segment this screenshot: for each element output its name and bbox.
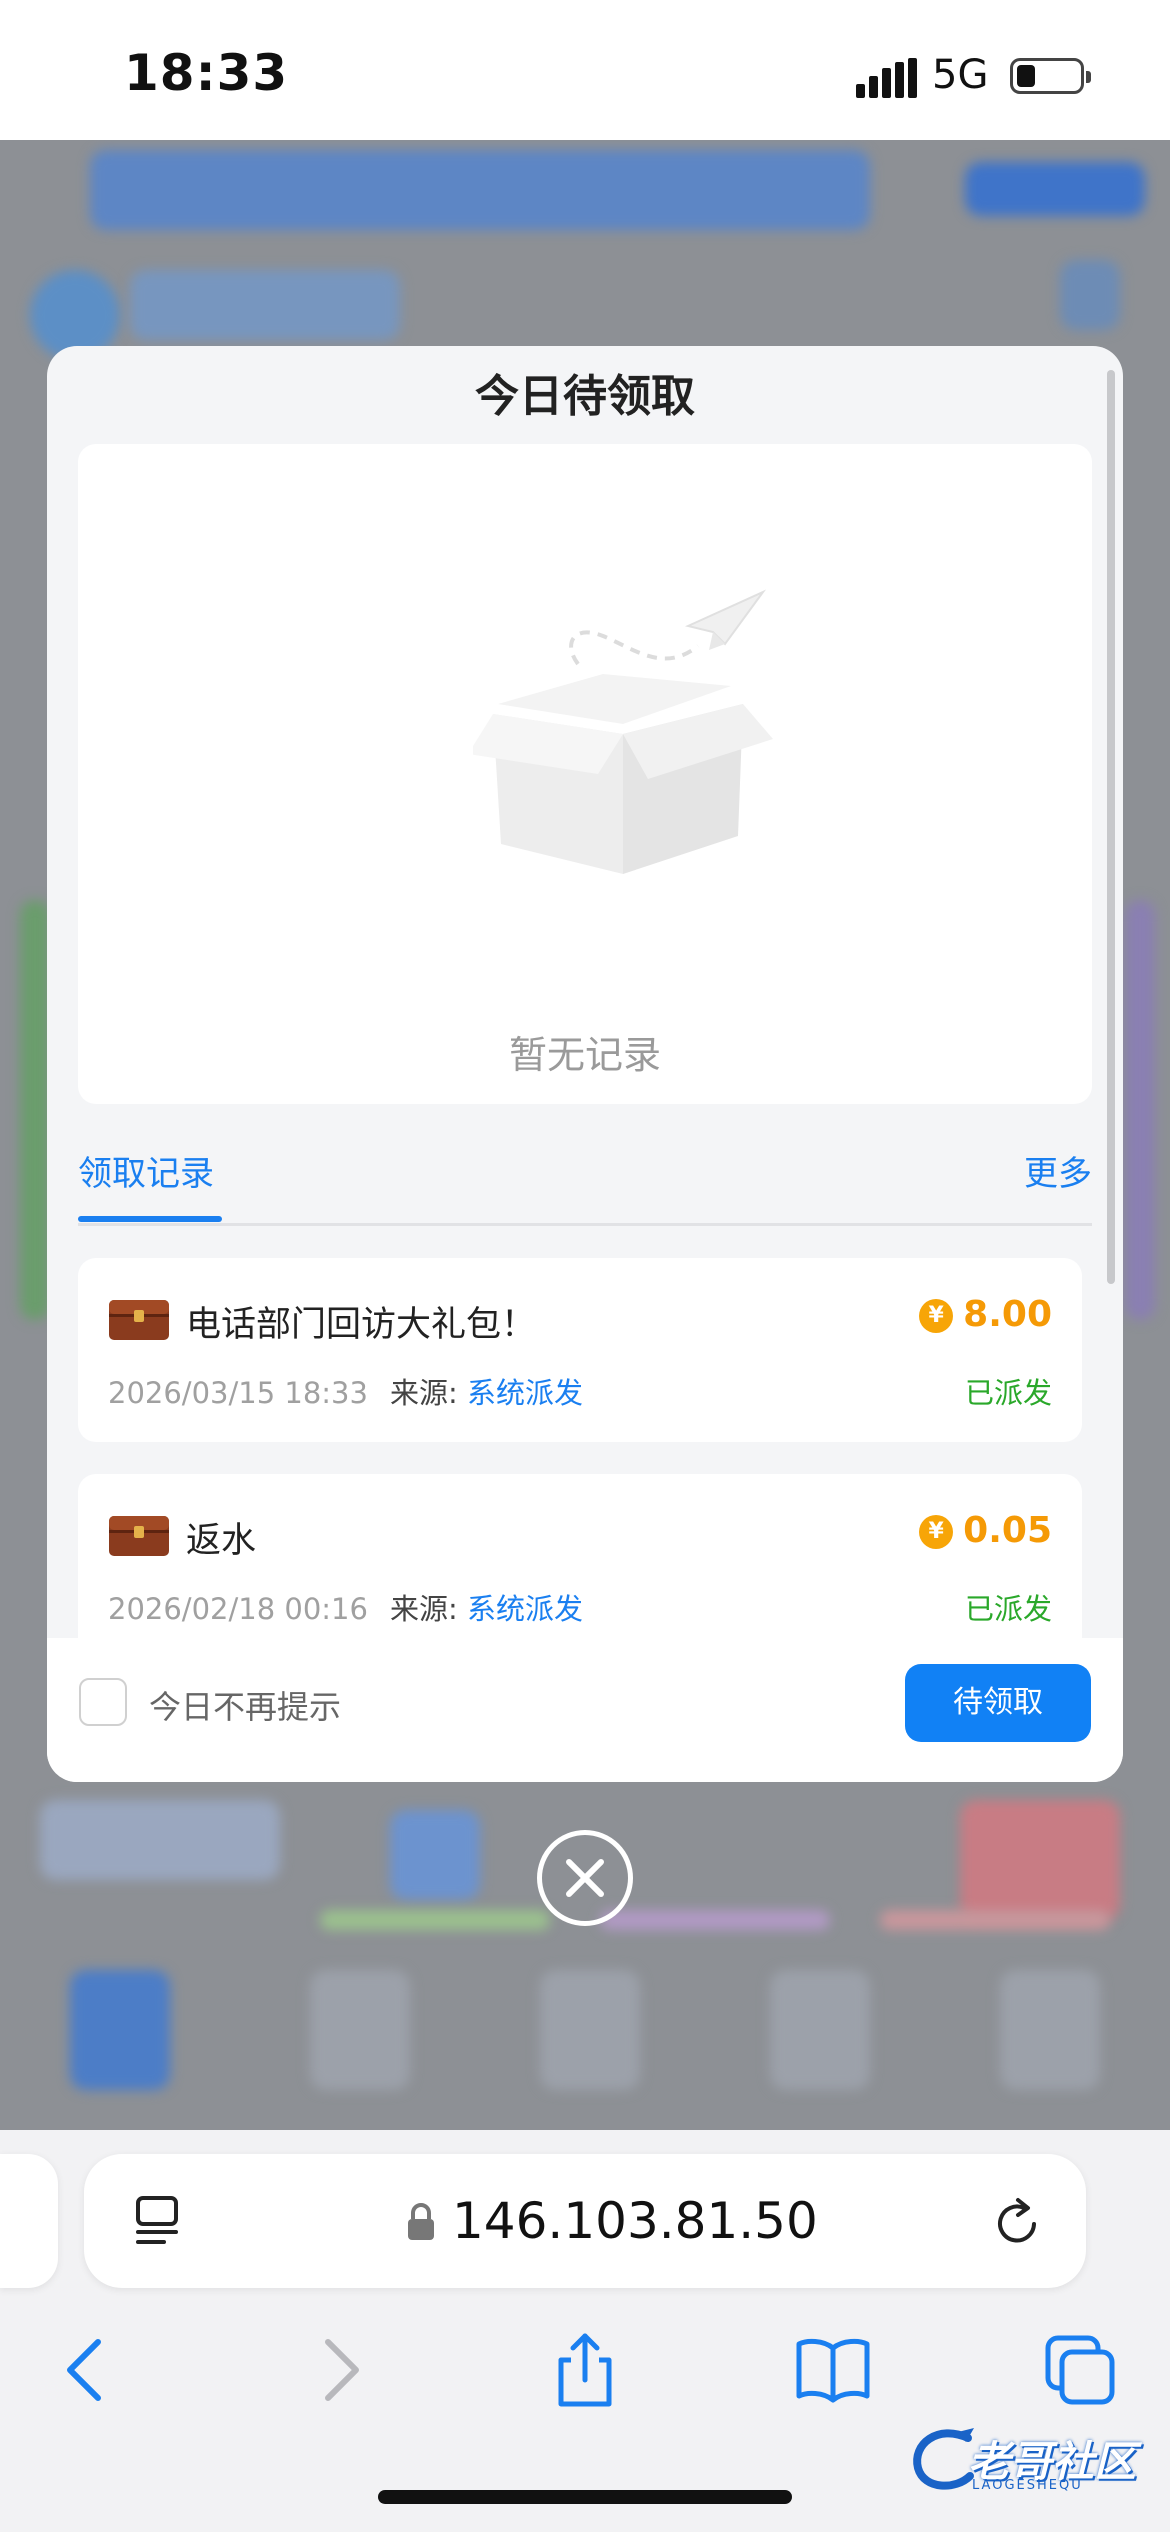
clock: 18:33 [124,44,289,102]
modal-scrollbar[interactable] [1107,370,1115,1284]
treasure-chest-icon [109,1516,169,1556]
close-modal-button[interactable] [537,1830,633,1926]
modal-title: 今日待领取 [475,371,695,422]
lock-icon [408,2203,434,2240]
record-meta: 2026/03/15 18:33 来源: 系统派发 [108,1370,583,1412]
more-link[interactable]: 更多 [1024,1146,1092,1195]
watermark-logo: 老哥社区 LAOGESHEQU [908,2420,1158,2496]
record-date: 2026/02/18 00:16 [108,1592,368,1626]
record-amount: ¥0.05 [919,1510,1052,1551]
record-source-label: 来源: [389,1376,458,1410]
reload-icon[interactable] [990,2194,1046,2250]
record-status: 已派发 [964,1376,1052,1410]
daily-rewards-modal: 今日待领取 暂无记录 领取记录 更多 电话部门回访大礼包！ ¥8.00 2026… [47,346,1123,1782]
record-source: 系统派发 [466,1592,583,1626]
close-icon [566,1859,604,1897]
battery-icon [1010,58,1091,94]
dont-show-today-checkbox[interactable] [79,1678,127,1726]
status-bar: 18:33 5G [0,0,1170,140]
home-indicator[interactable] [378,2490,792,2504]
tab-divider [78,1223,1092,1226]
dont-show-today-label[interactable]: 今日不再提示 [149,1682,341,1728]
cellular-signal-icon [856,58,917,98]
back-icon[interactable] [46,2330,126,2410]
record-title: 电话部门回访大礼包！ [186,1305,537,1345]
record-date: 2026/03/15 18:33 [108,1376,368,1410]
treasure-chest-icon [109,1300,169,1340]
forward-icon[interactable] [300,2330,380,2410]
tabs-icon[interactable] [1040,2330,1120,2410]
record-title: 返水 [186,1521,257,1561]
record-item[interactable]: 返水 ¥0.05 2026/02/18 00:16 来源: 系统派发 已派发 [78,1474,1082,1658]
empty-state-card: 暂无记录 [78,444,1092,1104]
previous-tab-preview[interactable] [0,2154,58,2288]
coin-icon: ¥ [919,1515,954,1549]
bookmarks-icon[interactable] [793,2330,873,2410]
tab-bar: 领取记录 更多 [78,1146,1092,1226]
empty-box-illustration [473,589,773,874]
watermark-subtext: LAOGESHEQU [972,2478,1083,2493]
url-text[interactable]: 146.103.81.50 [452,2192,818,2250]
record-meta: 2026/02/18 00:16 来源: 系统派发 [108,1586,583,1628]
record-amount: ¥8.00 [919,1294,1052,1335]
tab-claim-records[interactable]: 领取记录 [78,1146,214,1195]
page-menu-icon[interactable] [132,2194,184,2250]
share-icon[interactable] [545,2330,625,2410]
record-source-label: 来源: [389,1592,458,1626]
record-source: 系统派发 [466,1376,583,1410]
record-status: 已派发 [964,1592,1052,1626]
empty-message: 暂无记录 [508,1033,661,1077]
active-tab-indicator [78,1216,222,1222]
address-bar[interactable]: 146.103.81.50 [84,2154,1086,2288]
network-type: 5G [932,52,989,98]
record-item[interactable]: 电话部门回访大礼包！ ¥8.00 2026/03/15 18:33 来源: 系统派… [78,1258,1082,1442]
coin-icon: ¥ [919,1299,954,1333]
modal-footer: 今日不再提示 待领取 [47,1638,1123,1782]
claim-button[interactable]: 待领取 [905,1664,1091,1742]
